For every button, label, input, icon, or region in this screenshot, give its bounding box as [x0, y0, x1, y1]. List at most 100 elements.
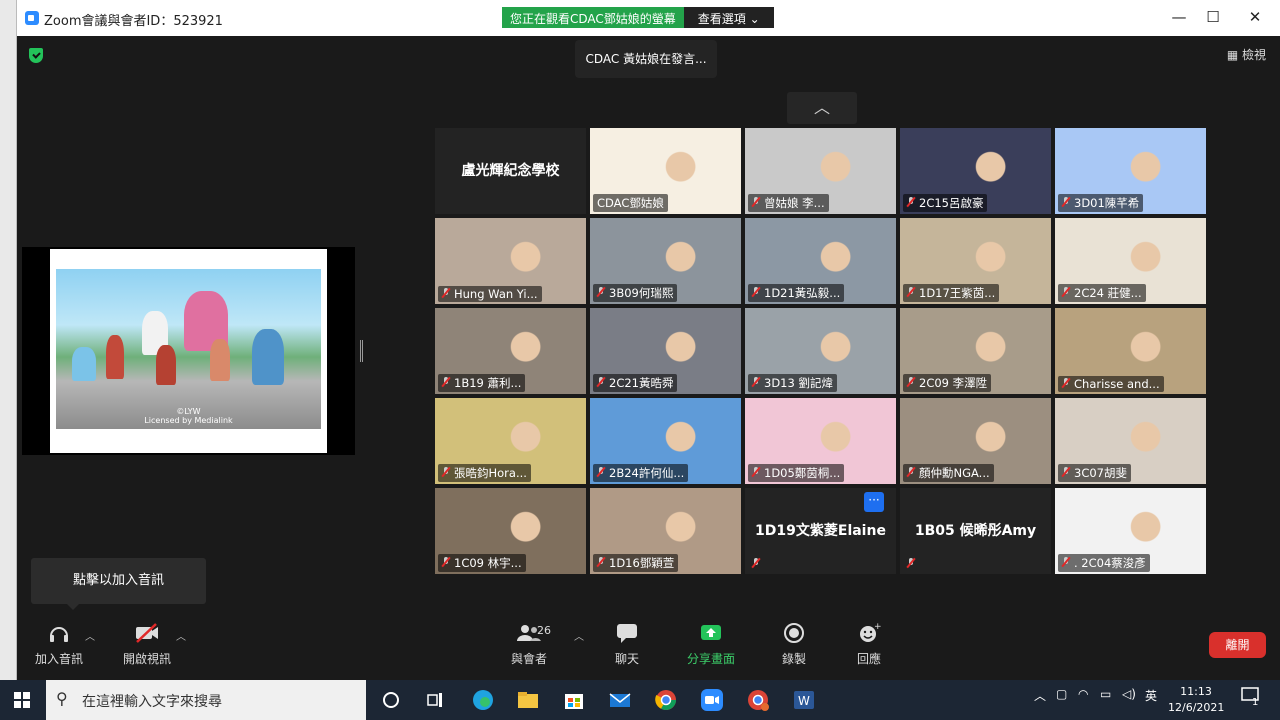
collapse-gallery-button[interactable]: ︿ [787, 92, 857, 124]
participant-tile[interactable]: . 2C04蔡浚彥 [1055, 488, 1206, 574]
muted-mic-icon [442, 288, 450, 298]
view-options-button[interactable]: 查看選項 ⌄ [683, 7, 774, 28]
svg-text:+: + [874, 622, 881, 632]
participant-tile[interactable]: 3D01陳芊希 [1055, 128, 1206, 214]
participant-tile[interactable]: 1B19 蕭利... [435, 308, 586, 394]
participant-name-label: 2B24許何仙... [593, 464, 689, 482]
participant-name-label: 1D16鄧穎萱 [593, 554, 679, 572]
participant-name-label: 3C07胡斐 [1058, 464, 1131, 482]
clock-time: 11:13 [1180, 685, 1212, 698]
word-app-icon[interactable]: W [791, 687, 817, 713]
participant-tile[interactable]: 1C09 林宇... [435, 488, 586, 574]
volume-icon[interactable]: ◁) [1122, 687, 1136, 701]
meet-now-icon[interactable]: ▢ [1056, 687, 1067, 701]
background-document-strip [0, 0, 17, 680]
close-button[interactable]: ✕ [1241, 8, 1269, 26]
start-video-button[interactable]: 開啟視訊 [115, 622, 179, 667]
chrome-profile-icon[interactable] [745, 687, 771, 713]
reactions-label: 回應 [856, 652, 881, 666]
participant-name-label: 張晧鈞Hora... [438, 464, 531, 482]
participants-button[interactable]: 26 與會者 [497, 622, 561, 667]
panel-splitter-handle[interactable] [360, 340, 363, 362]
participant-tile[interactable]: 2C09 李澤陞 [900, 308, 1051, 394]
participant-name: 1D17王紫茵... [919, 286, 996, 300]
participant-tile[interactable]: 2C21黃晧舜 [590, 308, 741, 394]
network-icon[interactable]: ▭ [1100, 687, 1111, 701]
windows-start-icon[interactable] [14, 692, 30, 708]
maximize-button[interactable]: ☐ [1199, 8, 1227, 26]
muted-mic-icon [752, 197, 760, 207]
muted-mic-icon [597, 377, 605, 387]
minimize-button[interactable]: — [1165, 8, 1193, 26]
shared-slide-image: ©LYW Licensed by Medialink [56, 269, 321, 429]
participants-options-caret[interactable]: ︿ [574, 628, 584, 643]
participant-tile[interactable]: 1D16鄧穎萱 [590, 488, 741, 574]
participant-tile[interactable]: CDAC鄧姑娘 [590, 128, 741, 214]
participant-tile[interactable]: 3D13 劉記煒 [745, 308, 896, 394]
participant-count-badge: 26 [537, 624, 551, 637]
share-screen-icon [679, 622, 743, 646]
record-icon [762, 622, 826, 646]
character-figure [210, 339, 230, 381]
cortana-icon[interactable] [378, 687, 404, 713]
reactions-button[interactable]: + 回應 [837, 622, 901, 667]
participant-tile[interactable]: Hung Wan Yi... [435, 218, 586, 304]
muted-mic-icon [752, 467, 760, 477]
ime-indicator[interactable]: 英 [1145, 687, 1157, 704]
participant-name: 3B09何瑞熙 [609, 286, 674, 300]
participant-tile[interactable]: 張晧鈞Hora... [435, 398, 586, 484]
participant-tile[interactable]: 2C24 莊健... [1055, 218, 1206, 304]
chat-button[interactable]: 聊天 [595, 622, 659, 667]
wifi-icon[interactable]: ◠ [1078, 687, 1088, 701]
encryption-shield-icon[interactable] [29, 48, 43, 63]
task-view-icon[interactable] [422, 687, 448, 713]
participant-tile[interactable]: 1D17王紫茵... [900, 218, 1051, 304]
headphones-icon [27, 622, 91, 646]
more-options-button[interactable]: ··· [864, 492, 884, 512]
participant-tile[interactable]: 1D19文紫菱Elaine ··· [745, 488, 896, 574]
participant-name-label: 2C21黃晧舜 [593, 374, 678, 392]
screen-share-banner: 您正在觀看CDAC鄧姑娘的螢幕 查看選項 ⌄ [502, 7, 774, 28]
record-button[interactable]: 錄製 [762, 622, 826, 667]
participant-center-name: 盧光輝紀念學校 [461, 163, 560, 179]
participant-name: Charisse and... [1074, 377, 1160, 391]
audio-options-caret[interactable]: ︿ [85, 628, 95, 643]
shared-screen-panel[interactable]: ©LYW Licensed by Medialink [22, 247, 355, 455]
video-options-caret[interactable]: ︿ [176, 628, 186, 643]
join-audio-button[interactable]: 加入音訊 [27, 622, 91, 667]
participant-tile[interactable]: 3B09何瑞熙 [590, 218, 741, 304]
participant-name-label: 3D13 劉記煒 [748, 374, 837, 392]
window-title: Zoom會議與會者ID：523921 [44, 14, 223, 29]
leave-meeting-button[interactable]: 離開 [1209, 632, 1266, 658]
participant-tile[interactable]: 2C15呂啟豪 [900, 128, 1051, 214]
participant-tile[interactable]: 2B24許何仙... [590, 398, 741, 484]
system-clock[interactable]: 11:13 12/6/2021 [1168, 684, 1224, 716]
participant-tile[interactable]: 1B05 候晞彤Amy [900, 488, 1051, 574]
show-hidden-icons-caret[interactable]: ︿ [1034, 687, 1046, 704]
share-screen-label: 分享畫面 [686, 652, 735, 666]
microsoft-store-icon[interactable] [561, 687, 587, 713]
muted-mic-icon [752, 287, 760, 297]
participant-tile[interactable]: 顏仲勳NGA... [900, 398, 1051, 484]
taskbar-search-box[interactable]: ⚲ 在這裡輸入文字來搜尋 [46, 680, 366, 720]
participant-name: 3D01陳芊希 [1074, 196, 1140, 210]
share-screen-button[interactable]: 分享畫面 [679, 622, 743, 667]
participant-tile[interactable]: 曾姑娘 李... [745, 128, 896, 214]
view-button[interactable]: ▦ 檢視 [1227, 46, 1266, 63]
participant-name: 2C15呂啟豪 [919, 196, 984, 210]
mail-icon[interactable] [607, 687, 633, 713]
participant-tile[interactable]: Charisse and... [1055, 308, 1206, 394]
edge-browser-icon[interactable] [470, 687, 496, 713]
participant-name: 2C09 李澤陞 [919, 376, 988, 390]
video-off-icon [115, 622, 179, 646]
participant-name-label: 2C15呂啟豪 [903, 194, 988, 212]
participant-tile[interactable]: 1D21黃弘毅... [745, 218, 896, 304]
participant-tile[interactable]: 3C07胡斐 [1055, 398, 1206, 484]
chrome-browser-icon[interactable] [653, 687, 679, 713]
file-explorer-icon[interactable] [515, 687, 541, 713]
participant-tile[interactable]: 盧光輝紀念學校 [435, 128, 586, 214]
zoom-app-icon[interactable] [699, 687, 725, 713]
muted-mic-icon [1062, 378, 1070, 388]
participant-tile[interactable]: 1D05鄭茵桐... [745, 398, 896, 484]
participant-name: Hung Wan Yi... [454, 287, 538, 301]
